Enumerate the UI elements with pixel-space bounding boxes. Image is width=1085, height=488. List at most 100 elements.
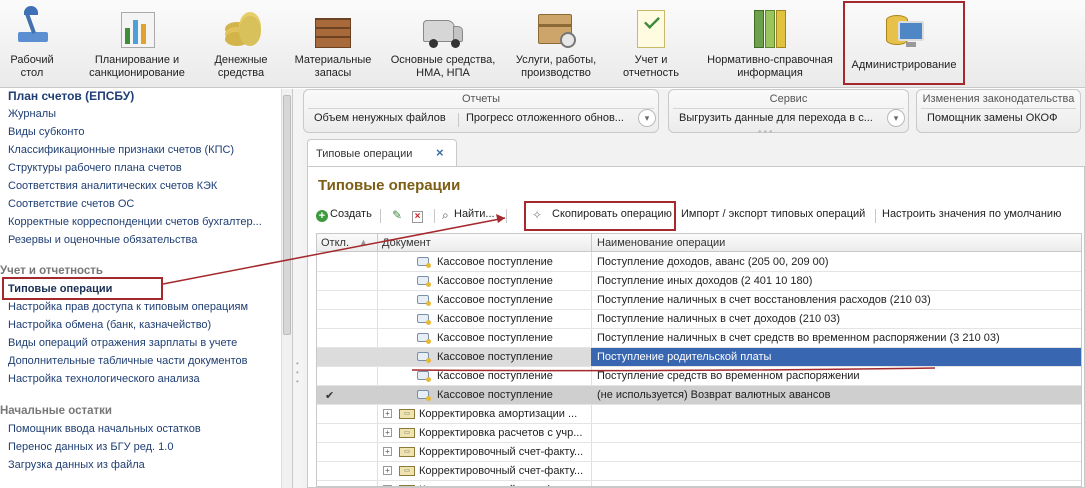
okof-replace-wizard-button[interactable]: Помощник замены ОКОФ [927,112,1057,124]
chevron-down-icon[interactable]: ▾ [638,109,656,127]
panel-splitter[interactable]: • • • [293,89,303,488]
nav-link[interactable]: Классификационные признаки счетов (КПС) [8,144,234,156]
expand-plus-icon[interactable]: + [383,409,392,418]
document-icon [417,371,431,382]
section-toolbar: Рабочий стол Планирование и санкциониров… [0,0,1085,88]
section-materials-button[interactable]: Материальные запасы [288,4,378,84]
table-row[interactable]: ✔ Кассовое поступление (не используется) В… [317,386,1081,405]
nav-link[interactable]: Соответствия аналитических счетов КЭК [8,180,217,192]
typical-operations-highlight-frame [2,277,163,300]
document-icon [417,352,431,363]
pencil-icon: ✎ [392,208,403,222]
document-group-icon: ▭ [399,428,415,438]
section-desktop-button[interactable]: Рабочий стол [4,4,60,84]
section-accounting-button[interactable]: Учет и отчетность [616,4,686,84]
nav-link[interactable]: Настройка обмена (банк, казначейство) [8,319,211,331]
nav-link[interactable]: Настройка прав доступа к типовым операци… [8,301,248,313]
unused-files-report-button[interactable]: Объем ненужных файлов [314,112,446,124]
box-icon [534,6,578,50]
nav-link[interactable]: Перенос данных из БГУ ред. 1.0 [8,441,173,453]
row-document: Кассовое поступление [437,313,553,325]
main-area: Отчеты Объем ненужных файлов Прогресс от… [303,89,1085,488]
document-icon [417,333,431,344]
document-group-icon: ▭ [399,485,415,486]
table-row[interactable]: Кассовое поступление Поступление доходов,… [317,253,1081,272]
nav-link[interactable]: Помощник ввода начальных остатков [8,423,201,435]
copy-highlight-frame [524,201,676,231]
nav-section-heading: Начальные остатки [0,405,112,417]
nav-link[interactable]: Виды субконто [8,126,84,138]
default-values-button[interactable]: Настроить значения по умолчанию [882,208,1061,220]
deferred-update-report-button[interactable]: Прогресс отложенного обнов... [466,112,624,124]
row-operation-name: Поступление средств во временном распоря… [597,370,860,382]
nav-link-chart-of-accounts[interactable]: План счетов (ЕПСБУ) [8,89,134,103]
table-row[interactable]: Кассовое поступление Поступление наличных… [317,291,1081,310]
find-button[interactable]: ⌕ Найти... [442,208,495,222]
row-operation-name: Поступление наличных в счет средств во в… [597,332,1000,344]
tab-label: Типовые операции [316,148,413,160]
nav-link[interactable]: Настройка технологического анализа [8,373,200,385]
delete-mark-icon: × [412,211,423,223]
section-money-button[interactable]: Денежные средства [206,4,276,84]
section-label: Учет и отчетность [623,54,679,79]
table-row[interactable]: Кассовое поступление Поступление средств … [317,367,1081,386]
table-row[interactable]: + ▭ Корректировочный счет-факту... [317,481,1081,486]
expand-plus-icon[interactable]: + [383,447,392,456]
group-title: Отчеты [461,93,501,105]
scrollbar-thumb[interactable] [283,95,291,335]
tab-typical-operations[interactable]: Типовые операции × [307,139,457,167]
row-operation-name: Поступление наличных в счет восстановлен… [597,294,931,306]
row-operation-name: Поступление наличных в счет доходов (210… [597,313,841,325]
column-header-operation[interactable]: Наименование операции [597,237,725,249]
nav-link[interactable]: Резервы и оценочные обязательства [8,234,197,246]
section-fixed-assets-button[interactable]: Основные средства, НМА, НПА [386,4,500,84]
table-row[interactable]: Кассовое поступление Поступление иных дох… [317,272,1081,291]
admin-database-icon [882,5,926,49]
edit-button[interactable]: ✎ [392,208,404,222]
section-planning-button[interactable]: Планирование и санкционирование [80,4,194,84]
create-button[interactable]: + Создать [316,208,372,222]
magnifier-icon: ⌕ [442,208,449,222]
table-row[interactable]: + ▭ Корректировка расчетов с учр... [317,424,1081,443]
table-row[interactable]: Кассовое поступление Поступление наличных… [317,329,1081,348]
table-header: Откл. ▲ Документ Наименование операции [317,234,1081,252]
nav-link[interactable]: Дополнительные табличные части документо… [8,355,248,367]
expand-plus-icon[interactable]: + [383,466,392,475]
table-row[interactable]: + ▭ Корректировка амортизации ... [317,405,1081,424]
sort-asc-icon: ▲ [359,237,368,247]
nav-link[interactable]: Корректные корреспонденции счетов бухгал… [8,216,262,228]
nav-link[interactable]: Соответствие счетов ОС [8,198,134,210]
document-group-icon: ▭ [399,447,415,457]
table-row[interactable]: + ▭ Корректировочный счет-факту... [317,443,1081,462]
nav-link[interactable]: Структуры рабочего плана счетов [8,162,182,174]
coins-icon [219,6,263,50]
chevron-down-icon[interactable]: ▾ [887,109,905,127]
table-row[interactable]: + ▭ Корректировочный счет-факту... [317,462,1081,481]
van-icon [421,6,465,50]
row-document: Кассовое поступление [437,275,553,287]
nav-link[interactable]: Загрузка данных из файла [8,459,145,471]
import-export-button[interactable]: Импорт / экспорт типовых операций [681,208,865,220]
section-label: Администрирование [851,59,957,71]
expand-plus-icon[interactable]: + [383,428,392,437]
column-header-document[interactable]: Документ [382,237,431,249]
export-data-button[interactable]: Выгрузить данные для перехода в с... [679,112,873,124]
section-reference-button[interactable]: Нормативно-справочная информация [700,4,840,84]
report-icon [629,6,673,50]
document-icon [417,276,431,287]
section-label: Рабочий стол [10,54,54,79]
section-admin-button[interactable]: Администрирование [843,1,965,85]
sidebar-scrollbar[interactable] [281,89,292,488]
nav-link[interactable]: Журналы [8,108,56,120]
expand-plus-icon[interactable]: + [383,485,392,486]
table-row[interactable]: Кассовое поступление Поступление наличных… [317,310,1081,329]
section-services-button[interactable]: Услуги, работы, производство [508,4,604,84]
binders-icon [748,6,792,50]
delete-button[interactable]: × [412,208,423,223]
table-row[interactable]: Кассовое поступление Поступление родитель… [317,348,1081,367]
group-title: Сервис [769,93,808,105]
column-header-disabled[interactable]: Откл. [321,237,349,249]
desk-lamp-icon [10,6,54,50]
close-icon[interactable]: × [436,145,444,160]
nav-link[interactable]: Виды операций отражения зарплаты в учете [8,337,237,349]
